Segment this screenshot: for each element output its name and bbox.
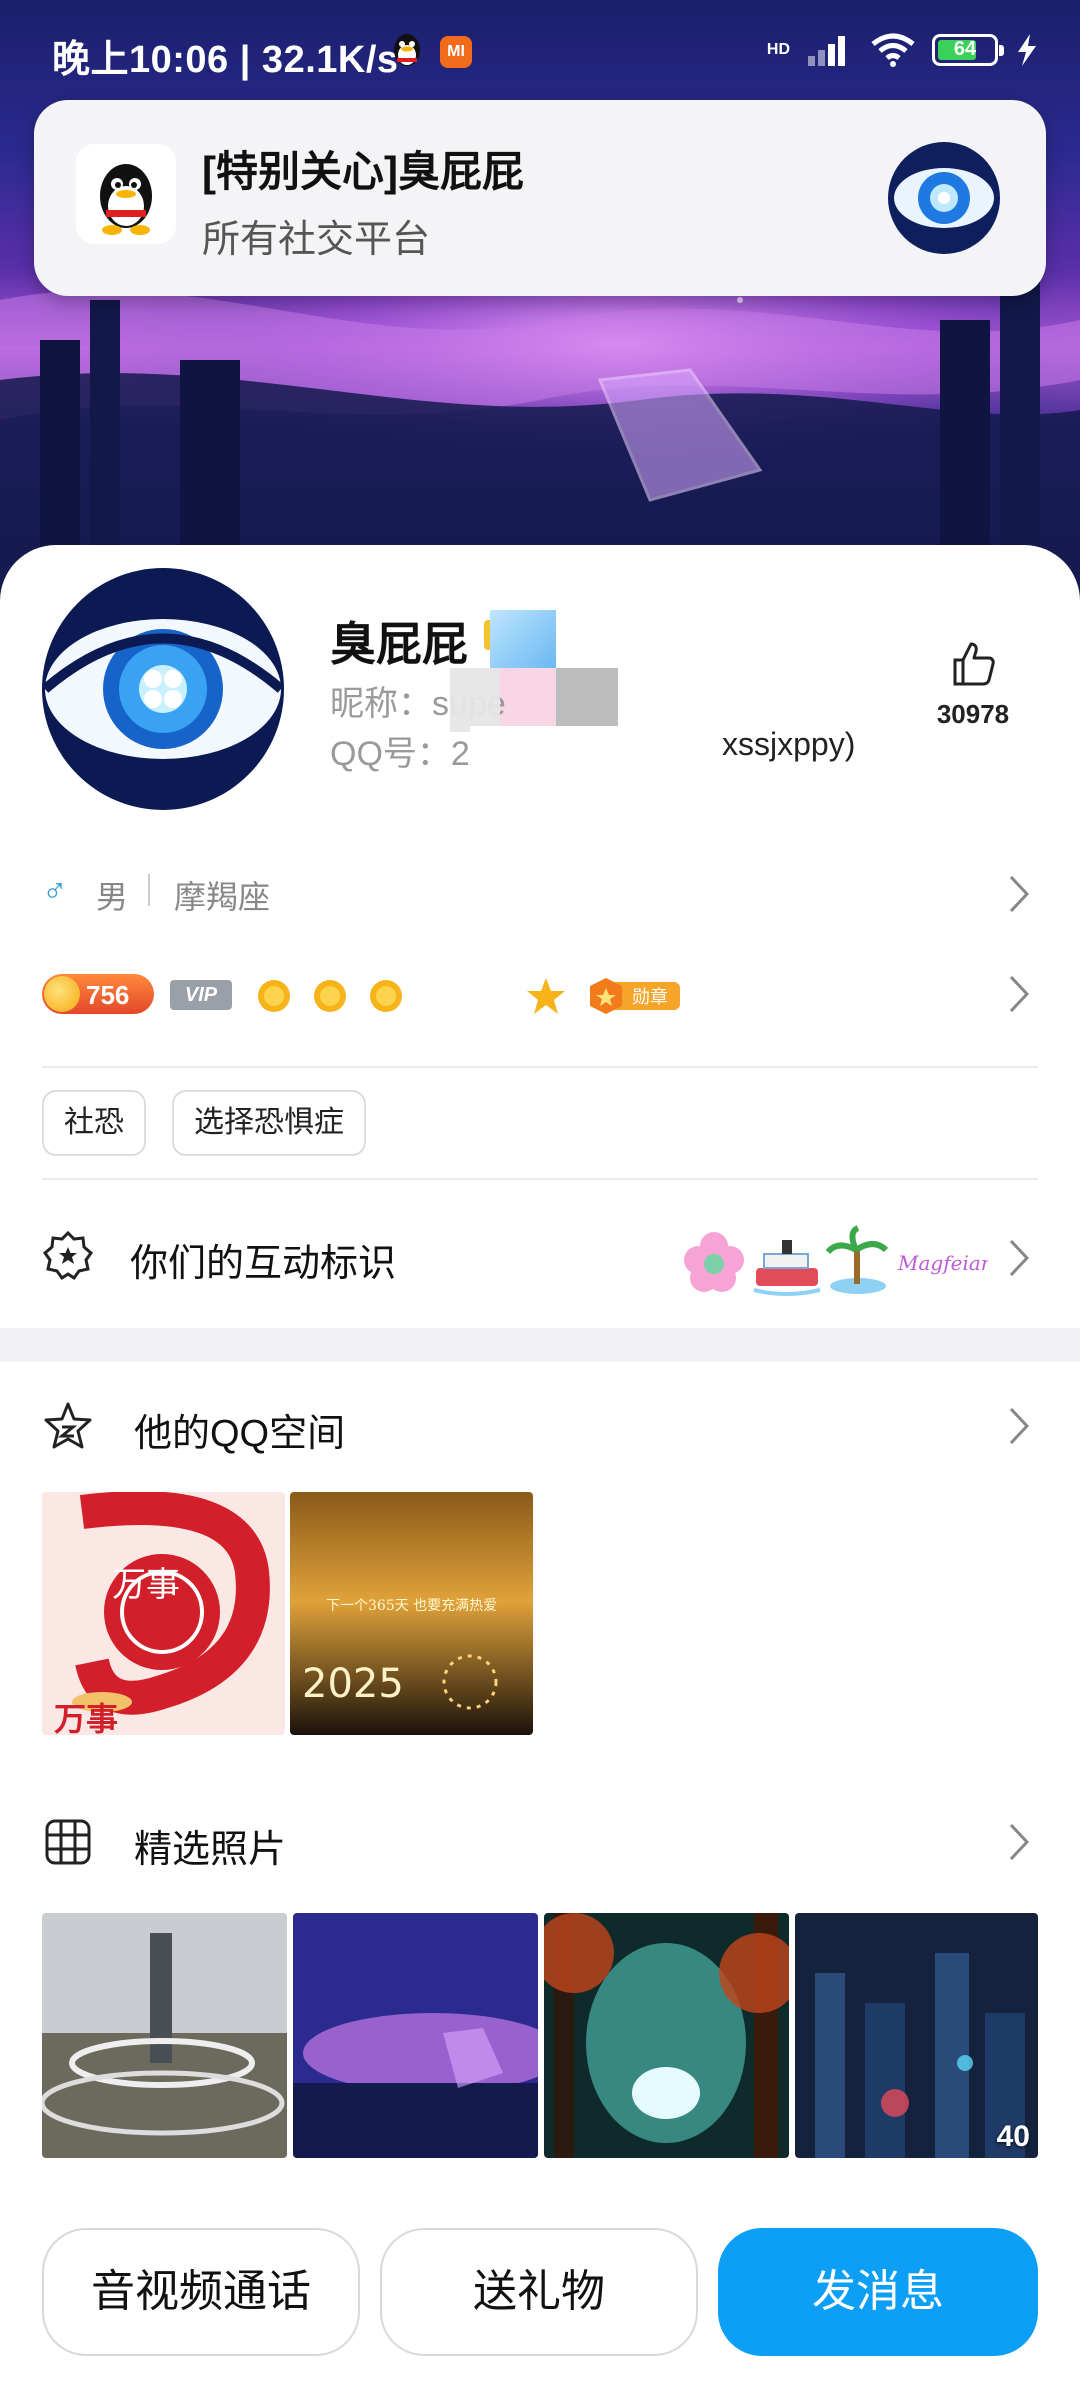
qzone-thumb-year: 2025 (302, 1661, 404, 1707)
basic-info-row[interactable]: ♂ 男 摩羯座 (0, 862, 1080, 922)
profile-qq-suffix: xssjxppy) (722, 726, 856, 762)
separator (148, 874, 150, 906)
charging-icon (1018, 34, 1036, 66)
sun-icon (258, 980, 290, 1012)
magfeian-logo-text: Magfeian (897, 1251, 988, 1275)
photo-count: 40 (996, 2120, 1030, 2153)
profile-name: 臭屁屁 (330, 618, 468, 670)
ship-icon (753, 1240, 821, 1296)
qzone-thumbnail[interactable]: 下一个365天 也要充满热爱 2025 (290, 1492, 533, 1735)
like-button[interactable]: 30978 (918, 640, 1028, 730)
profile-avatar[interactable] (42, 568, 284, 810)
status-time: 晚上10:06 | 32.1K/s (52, 39, 399, 81)
qzone-label: 他的QQ空间 (134, 1413, 346, 1455)
photo-thumbnail[interactable] (544, 1913, 789, 2158)
badge-gear-icon (42, 1230, 94, 1281)
battery-icon: 64 (932, 34, 1004, 66)
like-count: 30978 (936, 699, 1010, 729)
interaction-icons: Magfeian (684, 1225, 988, 1296)
qzone-thumb-text: 万事 (112, 1565, 180, 1605)
redaction-block (556, 668, 618, 732)
qzone-thumb-caption: 下一个365天 也要充满热爱 (326, 1598, 497, 1614)
interaction-markers-row[interactable]: 你们的互动标识 Magfeian (0, 1220, 1080, 1300)
divider (42, 1066, 1038, 1068)
wifi-icon (871, 33, 915, 67)
chevron-right-icon (1009, 875, 1030, 913)
tag-chip[interactable]: 社恐 (42, 1090, 146, 1156)
chevron-right-icon (1009, 1823, 1030, 1861)
notification-banner[interactable]: [特别关心]臭屁屁 所有社交平台 (34, 100, 1046, 296)
send-message-button[interactable]: 发消息 (718, 2228, 1038, 2356)
thumbs-up-icon (953, 642, 995, 686)
male-icon: ♂ (42, 872, 68, 910)
status-icons: HD 64 (767, 30, 1040, 70)
sun-icon (314, 980, 346, 1012)
section-gap (0, 1328, 1080, 1362)
coin-value: 756 (86, 980, 130, 1010)
chevron-right-icon (1009, 975, 1030, 1013)
notification-title: [特别关心]臭屁屁 (202, 148, 524, 195)
profile-qq-number: QQ号：28 (330, 735, 489, 773)
battery-level: 64 (953, 38, 977, 60)
star-icon (527, 978, 565, 1014)
chevron-right-icon (1009, 1407, 1030, 1445)
chevron-right-icon (1009, 1239, 1030, 1277)
cellular-signal-icon (808, 36, 845, 66)
qq-notification-icon (394, 34, 420, 66)
photo-thumbnail[interactable]: 40 (795, 1913, 1038, 2158)
send-gift-button[interactable]: 送礼物 (380, 2228, 698, 2356)
moon-icon (481, 978, 510, 1015)
redaction-blur (470, 726, 720, 770)
tag-chip[interactable]: 选择恐惧症 (172, 1090, 366, 1156)
photos-header[interactable]: 精选照片 (0, 1808, 1080, 1878)
qzone-thumb-title: 万事 (54, 1700, 118, 1735)
redaction-blur (450, 668, 500, 732)
level-row[interactable]: 756 VIP 勋章 (0, 966, 1080, 1026)
sun-icon (370, 980, 402, 1012)
notification-subtitle: 所有社交平台 (202, 219, 431, 261)
moon-icon (427, 978, 456, 1015)
personal-tags: 社恐 选择恐惧症 (0, 1090, 1080, 1156)
status-bar: 晚上10:06 | 32.1K/s MI HD 64 (0, 0, 1080, 100)
star-space-icon (44, 1402, 92, 1449)
grid-icon (45, 1819, 91, 1865)
coin-badge: 756 (42, 974, 154, 1014)
qq-level-icons (258, 978, 565, 1015)
flower-icon (684, 1232, 744, 1292)
divider (42, 1178, 1038, 1180)
qzone-header[interactable]: 他的QQ空间 (0, 1392, 1080, 1462)
medal-badge-icon: 勋章 (590, 978, 680, 1014)
av-call-button[interactable]: 音视频通话 (42, 2228, 360, 2356)
medal-label: 勋章 (632, 987, 668, 1008)
mi-app-icon: MI (440, 36, 472, 68)
gender-text: 男 (96, 879, 129, 915)
notification-avatar (888, 142, 1000, 254)
qq-app-icon (76, 144, 176, 244)
hd-indicator: HD (766, 41, 790, 58)
redaction-block (490, 610, 556, 668)
vip-badge: VIP (170, 980, 232, 1010)
photo-thumbnail[interactable] (42, 1913, 287, 2158)
interaction-label: 你们的互动标识 (130, 1243, 397, 1285)
qzone-thumbnail[interactable]: 万事 万事 (42, 1492, 285, 1735)
palm-island-icon (825, 1225, 889, 1294)
zodiac-text: 摩羯座 (174, 879, 271, 915)
photo-thumbnail[interactable] (293, 1913, 538, 2158)
photos-label: 精选照片 (134, 1829, 287, 1871)
